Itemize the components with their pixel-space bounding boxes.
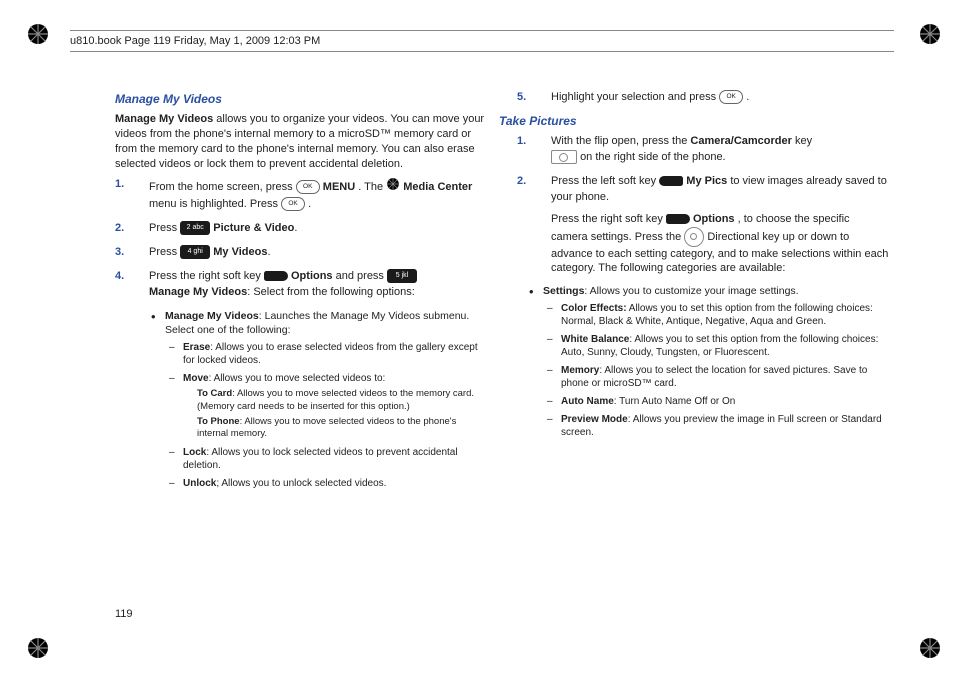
page-header-stamp: u810.book Page 119 Friday, May 1, 2009 1… (70, 30, 894, 52)
bullet-settings: Settings: Allows you to customize your i… (529, 284, 889, 439)
right-softkey-icon (264, 271, 288, 281)
steps-take-pictures: 1. With the flip open, press the Camera/… (517, 134, 889, 276)
tp-step-1: 1. With the flip open, press the Camera/… (517, 134, 889, 166)
page-content: Manage My Videos Manage My Videos allows… (115, 90, 889, 602)
crop-mark-bl (26, 636, 50, 660)
step-5: 5. Highlight your selection and press OK… (517, 90, 889, 106)
header-stamp-text: u810.book Page 119 Friday, May 1, 2009 1… (70, 35, 320, 47)
section-manage-my-videos: Manage My Videos (115, 92, 487, 106)
ok-icon: OK (281, 197, 305, 211)
left-column: Manage My Videos Manage My Videos allows… (115, 90, 487, 602)
sub-move: Move: Allows you to move selected videos… (169, 372, 487, 440)
right-column: 5. Highlight your selection and press OK… (517, 90, 889, 602)
keypad-4-icon: 4 ghi (180, 245, 210, 259)
settings-sublist: Color Effects: Allows you to set this op… (547, 302, 889, 439)
sub-white-balance: White Balance: Allows you to set this op… (547, 333, 889, 359)
right-softkey-icon (666, 214, 690, 224)
ok-icon: OK (719, 90, 743, 104)
page-number: 119 (115, 608, 133, 620)
pinwheel-icon (386, 177, 400, 197)
crop-mark-tr (918, 22, 942, 46)
bullet-manage-videos: Manage My Videos: Launches the Manage My… (151, 309, 487, 490)
keypad-5-icon: 5 jkl (387, 269, 417, 283)
keypad-2-icon: 2 abc (180, 221, 210, 235)
step-2: 2. Press 2 abc Picture & Video. (115, 221, 487, 237)
sub-erase: Erase: Allows you to erase selected vide… (169, 341, 487, 367)
manual-page: u810.book Page 119 Friday, May 1, 2009 1… (0, 0, 954, 682)
sub-color-effects: Color Effects: Allows you to set this op… (547, 302, 889, 328)
step-1: 1. From the home screen, press OK MENU .… (115, 177, 487, 213)
step-3: 3. Press 4 ghi My Videos. (115, 245, 487, 261)
settings-bullets: Settings: Allows you to customize your i… (529, 284, 889, 439)
sublist: Erase: Allows you to erase selected vide… (169, 341, 487, 489)
intro-paragraph: Manage My Videos allows you to organize … (115, 112, 487, 171)
camera-icon (551, 150, 577, 164)
steps-list-left: 1. From the home screen, press OK MENU .… (115, 177, 487, 489)
subsub-tophone: To Phone: Allows you to move selected vi… (197, 416, 487, 441)
ok-icon: OK (296, 180, 320, 194)
tp-step-2: 2. Press the left soft key My Pics to vi… (517, 174, 889, 276)
bullet-list: Manage My Videos: Launches the Manage My… (151, 309, 487, 490)
tp-step-2b: Press the right soft key Options , to ch… (551, 212, 889, 277)
sub-preview-mode: Preview Mode: Allows you preview the ima… (547, 413, 889, 439)
step-4: 4. Press the right soft key Options and … (115, 269, 487, 490)
sub-auto-name: Auto Name: Turn Auto Name Off or On (547, 395, 889, 408)
sub-lock: Lock: Allows you to lock selected videos… (169, 446, 487, 472)
directional-key-icon (684, 227, 704, 247)
crop-mark-br (918, 636, 942, 660)
sub-memory: Memory: Allows you to select the locatio… (547, 364, 889, 390)
crop-mark-tl (26, 22, 50, 46)
steps-continued: 5. Highlight your selection and press OK… (517, 90, 889, 106)
left-softkey-icon (659, 176, 683, 186)
section-take-pictures: Take Pictures (499, 114, 889, 128)
sub-unlock: Unlock; Allows you to unlock selected vi… (169, 477, 487, 490)
subsub-tocard: To Card: Allows you to move selected vid… (197, 388, 487, 413)
